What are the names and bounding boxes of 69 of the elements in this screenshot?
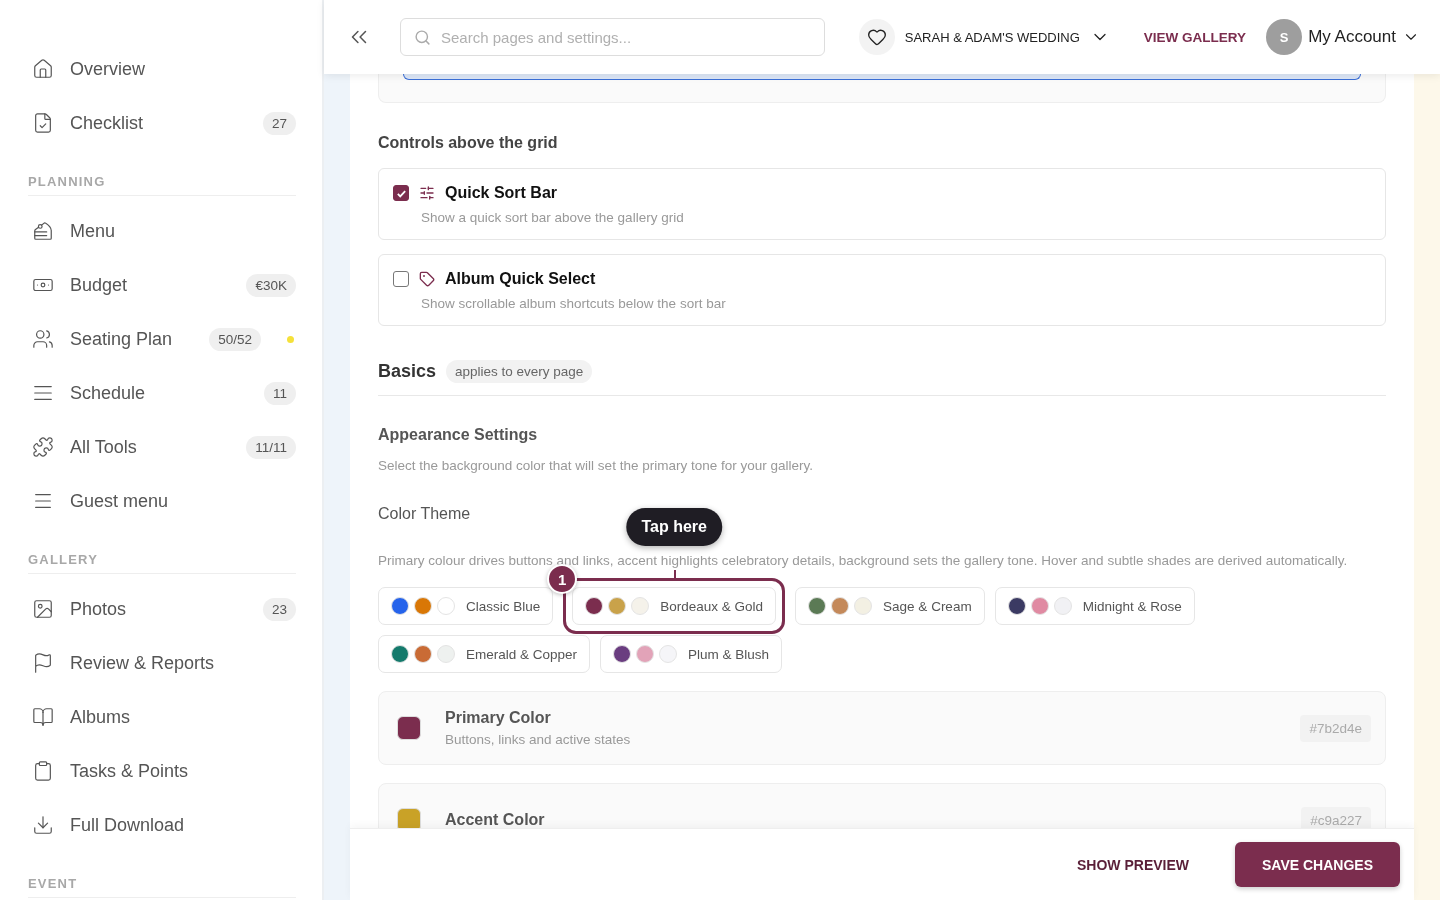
subsection-title: Appearance Settings xyxy=(378,426,539,444)
save-changes-button[interactable]: SAVE CHANGES xyxy=(1235,842,1400,887)
hex-value: #c9a227 xyxy=(1301,806,1371,828)
field-description: Buttons, links and active states xyxy=(445,732,632,747)
count-badge: 11 xyxy=(264,381,296,405)
tag: applies to every page xyxy=(446,360,593,383)
section-heading: GALLERY xyxy=(28,534,296,574)
document-check-icon xyxy=(32,112,54,134)
option-title: Album Quick Select xyxy=(445,270,596,288)
theme-option[interactable]: Bordeaux & Gold xyxy=(572,587,777,625)
description: Select the background color that will set the primary tone for your gallery. xyxy=(378,458,814,473)
tag-icon xyxy=(419,271,435,287)
sliders-icon xyxy=(419,185,435,201)
event-selector[interactable]: SARAH & ADAM'S WEDDING xyxy=(858,19,1110,55)
color-field[interactable]: Primary Color Buttons, links and active states #7b2d4e xyxy=(378,691,1386,765)
home-icon xyxy=(32,58,54,80)
sidebar-item[interactable]: Review & Reports xyxy=(28,636,296,690)
theme-option[interactable]: Plum & Blush xyxy=(600,635,783,673)
sidebar-item[interactable]: Schedule 11 xyxy=(28,366,296,420)
sidebar-item[interactable]: Menu xyxy=(28,204,296,258)
sidebar-item[interactable]: Albums xyxy=(28,690,296,744)
sidebar-item[interactable]: Tasks & Points xyxy=(28,744,296,798)
theme-option[interactable]: Emerald & Copper xyxy=(378,635,591,673)
sidebar-item[interactable]: All Tools 11/11 xyxy=(28,420,296,474)
checkbox[interactable] xyxy=(393,185,409,201)
tooltip: Tap here xyxy=(626,508,722,546)
theme-option[interactable]: Midnight & Rose xyxy=(994,587,1195,625)
option-title: Quick Sort Bar xyxy=(445,184,558,202)
option-description: Show a quick sort bar above the gallery grid xyxy=(421,210,685,225)
download-icon xyxy=(32,814,54,836)
people-icon xyxy=(32,328,54,350)
cake-icon xyxy=(32,220,54,242)
sidebar-item[interactable]: Seating Plan 50/52 xyxy=(28,312,296,366)
sidebar-item[interactable]: Full Download xyxy=(28,798,296,852)
book-icon xyxy=(32,706,54,728)
section-heading: EVENT xyxy=(28,858,296,898)
count-badge: 23 xyxy=(262,597,296,621)
count-badge: €30K xyxy=(246,273,296,297)
theme-option[interactable]: Sage & Cream xyxy=(795,587,985,625)
option-description: Show scrollable album shortcuts below the sort bar xyxy=(421,296,727,311)
count-badge: 50/52 xyxy=(209,327,261,351)
search-icon xyxy=(414,29,431,46)
clipboard-icon xyxy=(32,760,54,782)
section-title: Basics xyxy=(378,361,437,382)
sidebar-item[interactable]: Checklist 27 xyxy=(28,96,296,150)
sidebar-item[interactable]: Budget €30K xyxy=(28,258,296,312)
sidebar-item[interactable]: Guest menu xyxy=(28,474,296,528)
section-title: Controls above the grid xyxy=(378,134,559,152)
image-icon xyxy=(32,598,54,620)
view-gallery-link[interactable]: VIEW GALLERY xyxy=(1143,29,1247,45)
account-menu[interactable]: S My Account xyxy=(1266,19,1420,55)
avatar: S xyxy=(1266,19,1303,55)
color-field[interactable]: Accent Color #c9a227 xyxy=(378,783,1386,828)
flag-icon xyxy=(32,652,54,674)
field-title: Primary Color xyxy=(445,709,552,727)
sidebar-item[interactable]: Overview xyxy=(28,42,296,96)
section-heading: PLANNING xyxy=(28,156,296,196)
checkbox[interactable] xyxy=(393,271,409,287)
count-badge: 27 xyxy=(262,111,296,135)
puzzle-icon xyxy=(32,436,54,458)
theme-option[interactable]: Classic Blue xyxy=(378,587,554,625)
count-badge: 11/11 xyxy=(246,435,296,459)
search-field[interactable]: Search pages and settings... xyxy=(400,18,825,56)
sidebar-item[interactable]: Photos 23 xyxy=(28,582,296,636)
hex-value: #7b2d4e xyxy=(1300,714,1371,742)
subsection-title: Color Theme xyxy=(378,505,472,523)
show-preview-button[interactable]: SHOW PREVIEW xyxy=(1071,855,1195,874)
field-title: Accent Color xyxy=(445,811,546,828)
step-badge: 1 xyxy=(547,564,578,594)
